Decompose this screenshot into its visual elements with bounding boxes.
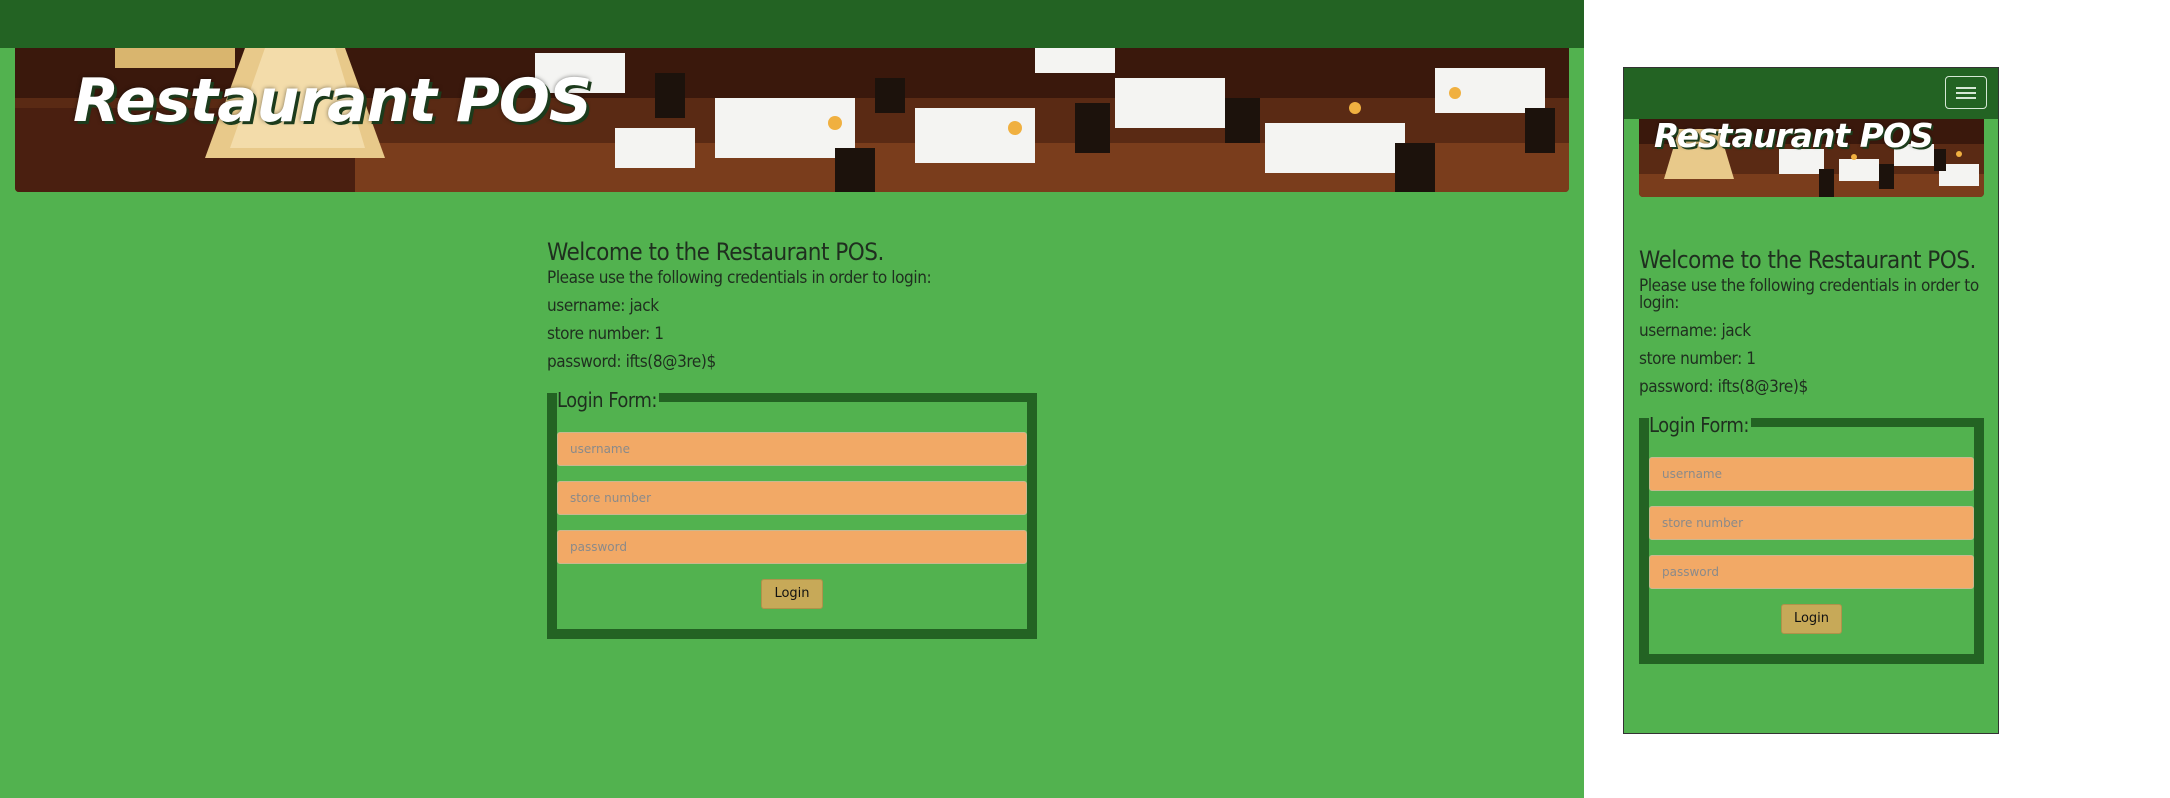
mobile-header-banner: Restaurant POS: [1639, 119, 1984, 197]
banner-title: Restaurant POS: [73, 66, 592, 136]
credentials-intro: Please use the following credentials in …: [547, 268, 932, 288]
username-input[interactable]: [1649, 457, 1974, 491]
credential-password: password: ifts(8@3re)$: [1639, 377, 1808, 397]
store-number-input[interactable]: [557, 481, 1027, 515]
store-number-input[interactable]: [1649, 506, 1974, 540]
credential-password: password: ifts(8@3re)$: [547, 352, 716, 372]
mobile-navbar: [1624, 68, 1998, 119]
credential-store-number: store number: 1: [1639, 349, 1756, 369]
hamburger-menu-icon[interactable]: [1945, 76, 1987, 109]
login-form-legend: Login Form:: [557, 388, 659, 412]
login-form: Login Form: Login: [547, 388, 1037, 639]
login-button[interactable]: Login: [761, 579, 823, 609]
banner-title: Restaurant POS: [1654, 119, 1934, 155]
welcome-section: Welcome to the Restaurant POS. Please us…: [1639, 246, 1984, 664]
password-input[interactable]: [557, 530, 1027, 564]
credentials-intro: Please use the following credentials in …: [1639, 276, 1979, 313]
header-banner: Restaurant POS: [15, 48, 1569, 192]
password-input[interactable]: [1649, 555, 1974, 589]
mobile-viewport: Restaurant POS Welcome to the Restaurant…: [1623, 67, 1999, 734]
welcome-heading: Welcome to the Restaurant POS.: [1639, 246, 1976, 274]
top-navbar: [0, 0, 1584, 48]
welcome-section: Welcome to the Restaurant POS. Please us…: [547, 238, 1037, 639]
credential-username: username: jack: [547, 296, 659, 316]
login-form: Login Form: Login: [1639, 413, 1984, 664]
credential-username: username: jack: [1639, 321, 1751, 341]
credential-store-number: store number: 1: [547, 324, 664, 344]
welcome-heading: Welcome to the Restaurant POS.: [547, 238, 884, 266]
login-button[interactable]: Login: [1780, 604, 1843, 634]
desktop-viewport: Restaurant POS Welcome to the Restaurant…: [0, 0, 1584, 798]
login-form-legend: Login Form:: [1649, 413, 1751, 437]
username-input[interactable]: [557, 432, 1027, 466]
